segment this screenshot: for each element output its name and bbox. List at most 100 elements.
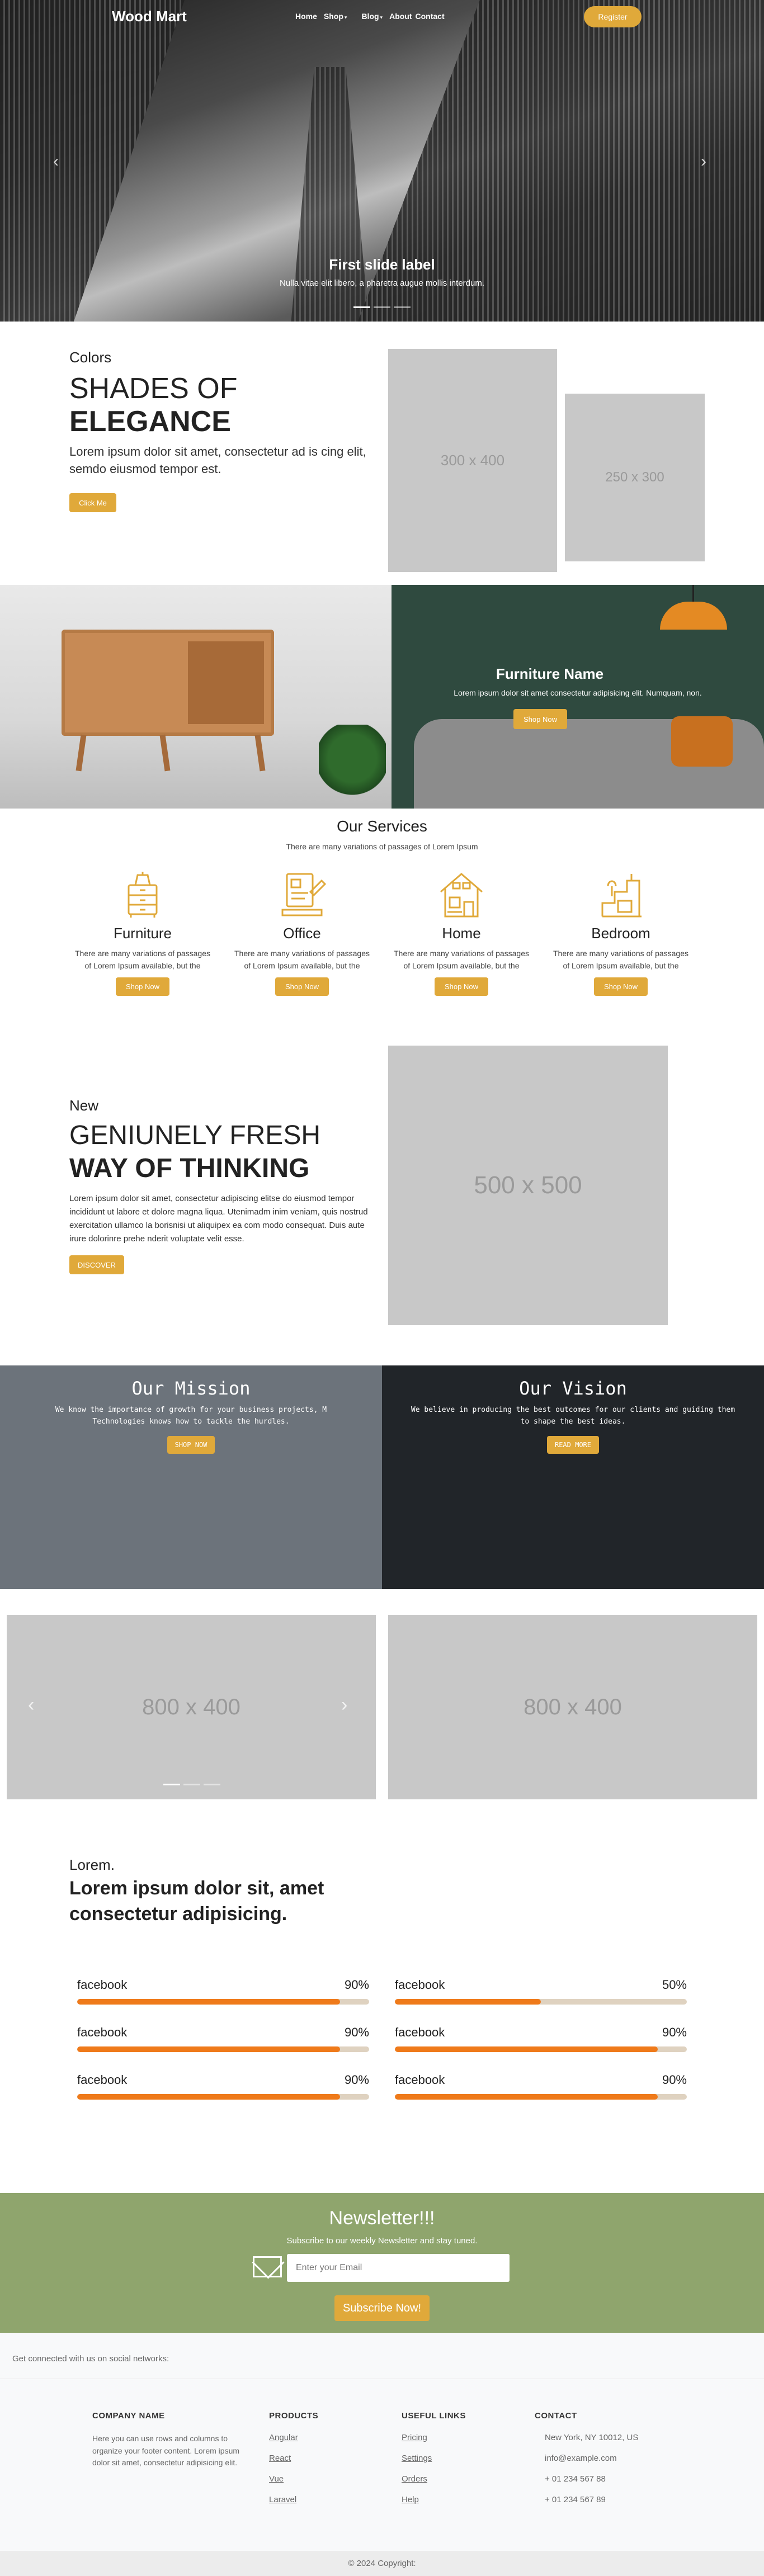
colors-text: Lorem ipsum dolor sit amet, consectetur … [69,445,366,476]
vision-read-more-button[interactable]: READ MORE [546,1435,600,1454]
footer-link-laravel[interactable]: Laravel [269,2495,318,2504]
footer-phone: + 01 234 567 88 [545,2474,606,2484]
footer-link-angular[interactable]: Angular [269,2433,318,2442]
gallery-static-image: 800 x 400 [388,1615,757,1799]
footer-company-text: Here you can use rows and columns to org… [92,2434,240,2468]
service-name: Furniture [113,925,172,942]
nav-blog[interactable]: Blog ▾ [361,12,383,21]
furniture-shop-button[interactable]: Shop Now [513,709,567,729]
gallery-carousel: 800 x 400 [7,1615,376,1799]
fresh-heading-line1: GENIUNELY FRESH [69,1121,320,1150]
carousel-indicator[interactable] [353,306,370,308]
chevron-down-icon: ▾ [380,15,383,20]
footer-company: COMPANY NAME Here you can use rows and c… [92,2411,243,2469]
chevron-right-icon[interactable]: › [341,1694,347,1716]
home-icon [440,873,483,918]
carousel-indicator[interactable] [163,1784,180,1785]
skill-progress-bar [77,1999,369,2005]
placeholder-image-500x500: 500 x 500 [388,1046,668,1325]
newsletter-subtitle: Subscribe to our weekly Newsletter and s… [286,2236,478,2246]
hero-carousel: ‹ › First slide label Nulla vitae elit l… [0,0,764,322]
vision-text: We believe in producing the best outcome… [411,1406,735,1426]
colors-eyebrow: Colors [69,349,112,366]
footer-link-settings[interactable]: Settings [402,2454,466,2463]
nav-contact[interactable]: Contact [416,12,445,21]
carousel-indicators [353,306,411,308]
office-icon [281,873,327,916]
carousel-indicator[interactable] [374,306,390,308]
colors-heading-line2: ELEGANCE [69,405,231,438]
service-shop-button[interactable]: Shop Now [116,977,169,996]
service-desc: There are many variations of passages of… [553,949,688,970]
chevron-left-icon[interactable]: ‹ [53,152,59,171]
service-shop-button[interactable]: Shop Now [435,977,488,996]
footer-link-vue[interactable]: Vue [269,2474,318,2484]
service-card-home: Home There are many variations of passag… [392,869,531,996]
nav-links: Home Shop ▾ Blog ▾ About Contact [295,12,445,21]
carousel-indicator[interactable] [204,1784,220,1785]
footer-link-react[interactable]: React [269,2454,318,2463]
skill-label: facebook [395,2073,445,2087]
nav-shop[interactable]: Shop ▾ [324,12,347,21]
footer-link-pricing[interactable]: Pricing [402,2433,466,2442]
chevron-left-icon[interactable]: ‹ [28,1694,34,1716]
mission-shop-button[interactable]: SHOP NOW [167,1435,215,1454]
page: ‹ › First slide label Nulla vitae elit l… [0,0,764,2576]
brand-logo[interactable]: Wood Mart [112,8,187,25]
service-card-furniture: Furniture There are many variations of p… [73,869,213,996]
footer-contact: CONTACT New York, NY 10012, US info@exam… [535,2411,638,2516]
skill-progress-fill [395,2094,658,2100]
mission-title: Our Mission [131,1378,251,1399]
service-shop-button[interactable]: Shop Now [594,977,648,996]
footer-email: info@example.com [545,2454,617,2463]
discover-button[interactable]: DISCOVER [69,1255,124,1274]
footer-link-help[interactable]: Help [402,2495,466,2504]
footer-useful-links: USEFUL LINKS Pricing Settings Orders Hel… [402,2411,466,2516]
skill-progress-fill [77,2046,340,2052]
service-desc: There are many variations of passages of… [234,949,370,970]
email-input[interactable] [287,2254,510,2282]
skill-progress-fill [77,1999,340,2005]
fresh-eyebrow: New [69,1097,99,1114]
skill-progress-fill [395,2046,658,2052]
skill-item: facebook 90% [77,2025,369,2052]
skill-label: facebook [395,2025,445,2039]
nav-home[interactable]: Home [295,12,317,21]
skill-progress-fill [395,1999,541,2005]
skills-eyebrow: Lorem. [69,1856,115,1873]
carousel-indicator[interactable] [183,1784,200,1785]
chevron-right-icon[interactable]: › [701,152,706,171]
pillow-illustration [671,716,733,767]
footer-contact-title: CONTACT [535,2411,577,2421]
bedroom-icon [601,874,642,918]
skill-item: facebook 90% [77,2073,369,2100]
placeholder-image-300x400: 300 x 400 [388,349,557,572]
gallery-indicators [163,1784,220,1785]
furniture-subtitle: Lorem ipsum dolor sit amet consectetur a… [454,688,702,697]
skill-progress-bar [77,2046,369,2052]
envelope-icon [253,2256,282,2277]
skills-title: Lorem ipsum dolor sit, amet consectetur … [69,1878,324,1925]
service-desc: There are many variations of passages of… [74,949,210,970]
service-card-office: Office There are many variations of pass… [232,869,372,996]
footer: Get connected with us on social networks… [0,2333,764,2576]
skill-label: facebook [395,1978,445,1992]
carousel-indicator[interactable] [394,306,411,308]
footer-products-title: PRODUCTS [269,2411,319,2421]
skill-value: 90% [662,2073,687,2087]
footer-products: PRODUCTS Angular React Vue Laravel [269,2411,318,2516]
skill-progress-bar [395,1999,687,2005]
subscribe-button[interactable]: Subscribe Now! [334,2295,430,2321]
nav-about[interactable]: About [389,12,412,21]
mission-text: We know the importance of growth for you… [55,1406,327,1426]
services-title: Our Services [337,817,427,835]
register-button[interactable]: Register [584,6,642,27]
skill-label: facebook [77,1978,128,1992]
service-shop-button[interactable]: Shop Now [275,977,329,996]
click-me-button[interactable]: Click Me [69,493,116,512]
hero-subtitle: Nulla vitae elit libero, a pharetra augu… [279,278,485,288]
fresh-text: Lorem ipsum dolor sit amet, consectetur … [69,1194,368,1244]
footer-fax: + 01 234 567 89 [545,2495,606,2504]
footer-link-orders[interactable]: Orders [402,2474,466,2484]
vision-title: Our Vision [519,1378,627,1399]
